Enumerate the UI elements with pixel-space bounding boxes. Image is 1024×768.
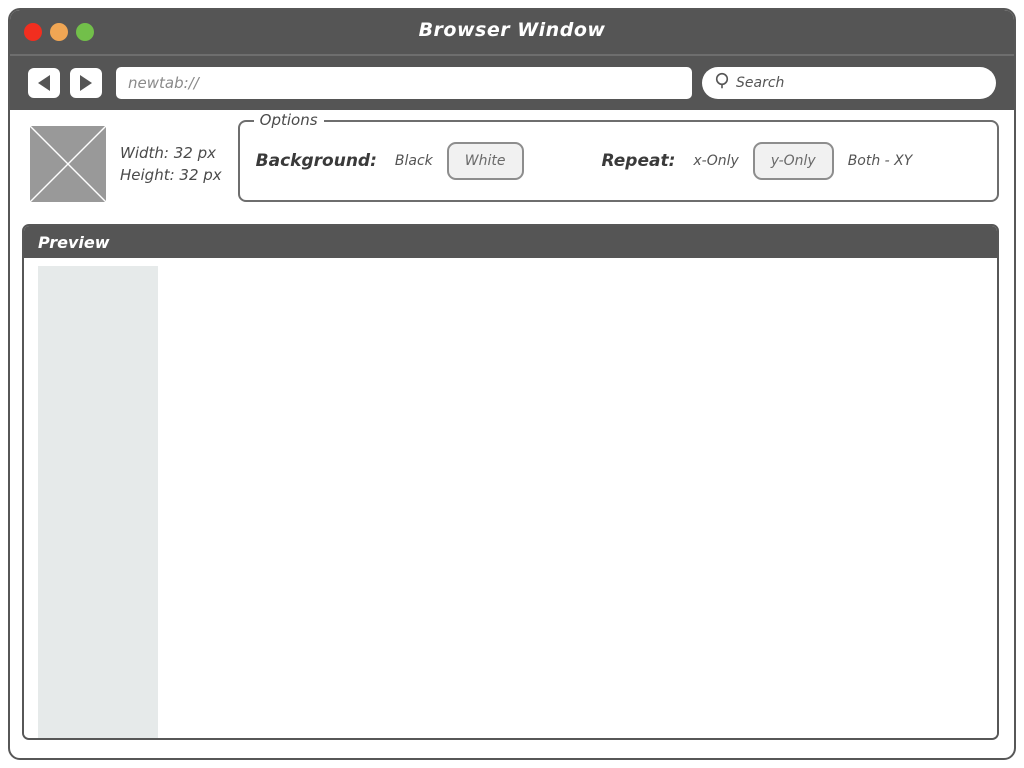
options-legend: Options bbox=[253, 111, 324, 129]
tiled-image-strip bbox=[38, 266, 158, 738]
repeat-option-group: Repeat: x-Only y-Only Both - XY bbox=[601, 142, 913, 180]
options-fieldset: Options Background: Black White Repeat: … bbox=[237, 111, 999, 202]
title-bar: Browser Window bbox=[10, 10, 1014, 56]
image-height-label: Height: 32 px bbox=[120, 166, 222, 184]
search-icon bbox=[714, 72, 731, 94]
repeat-choice-x-only[interactable]: x-Only bbox=[693, 153, 738, 169]
back-button[interactable] bbox=[28, 68, 60, 98]
image-info-row: Width: 32 px Height: 32 px Options Backg… bbox=[22, 111, 1002, 216]
background-choice-white[interactable]: White bbox=[446, 142, 524, 180]
repeat-choice-y-only[interactable]: y-Only bbox=[752, 142, 834, 180]
image-width-label: Width: 32 px bbox=[120, 144, 216, 162]
window-title: Browser Window bbox=[418, 19, 606, 41]
search-label: Search bbox=[736, 75, 785, 91]
triangle-right-icon bbox=[80, 75, 92, 91]
browser-window: Browser Window newtab:// Search Width: 3… bbox=[8, 8, 1016, 760]
background-choice-black[interactable]: Black bbox=[395, 153, 433, 169]
preview-header: Preview bbox=[24, 226, 997, 258]
preview-body bbox=[24, 258, 997, 738]
background-label: Background: bbox=[255, 151, 377, 171]
browser-toolbar: newtab:// Search bbox=[10, 56, 1014, 110]
repeat-label: Repeat: bbox=[601, 151, 676, 171]
triangle-left-icon bbox=[38, 75, 50, 91]
forward-button[interactable] bbox=[70, 68, 102, 98]
image-placeholder-icon bbox=[29, 125, 107, 203]
image-dimensions: Width: 32 px Height: 32 px bbox=[120, 142, 222, 186]
preview-panel: Preview bbox=[22, 224, 999, 740]
background-option-group: Background: Black White bbox=[256, 142, 524, 180]
page-content: Width: 32 px Height: 32 px Options Backg… bbox=[10, 110, 1014, 740]
address-value: newtab:// bbox=[128, 74, 199, 92]
address-input[interactable]: newtab:// bbox=[116, 67, 692, 99]
repeat-choice-both-xy[interactable]: Both - XY bbox=[848, 153, 913, 169]
search-input[interactable]: Search bbox=[702, 67, 996, 99]
